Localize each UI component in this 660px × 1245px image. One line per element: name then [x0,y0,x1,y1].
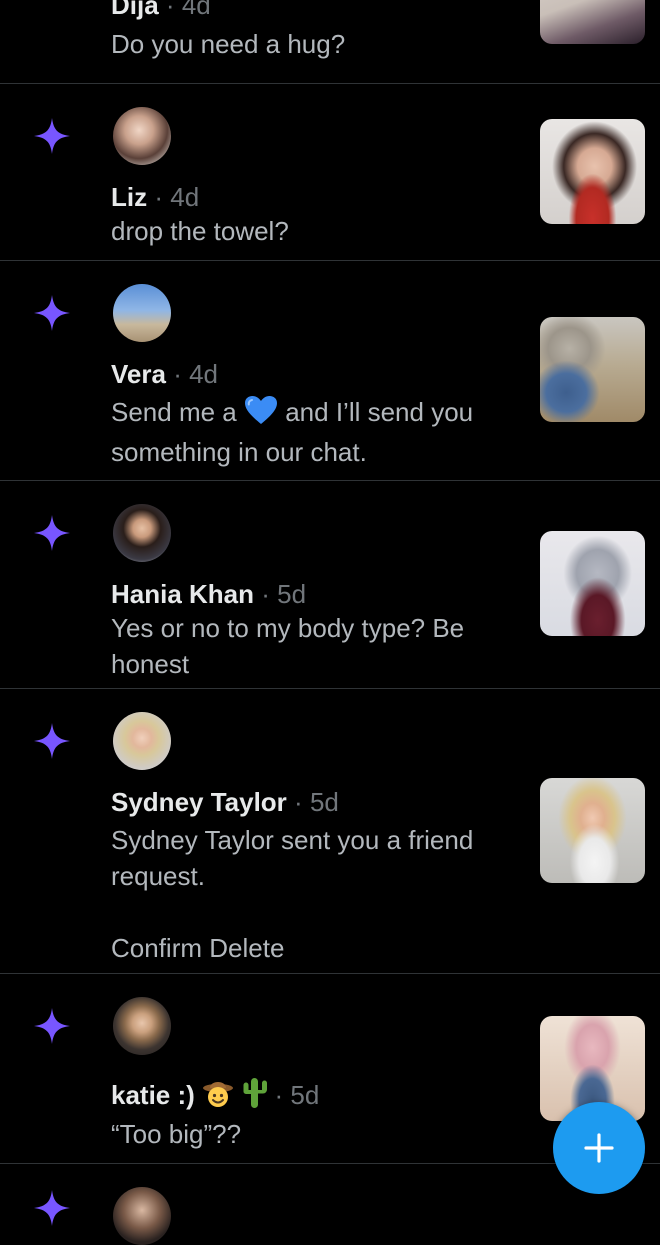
message-text: “Too big”?? [111,1119,242,1149]
media-thumbnail[interactable] [540,0,645,44]
avatar[interactable] [113,504,171,562]
separator-dot: · [294,787,303,817]
message-text: Send me a and I’ll send you something in… [111,394,521,470]
delete-button[interactable]: Delete [209,933,284,963]
timestamp: 4d [189,359,219,389]
sender-name[interactable]: Dija [111,0,159,20]
avatar[interactable] [113,712,171,770]
notification-item-sydney-taylor[interactable]: Sydney Taylor · 5d Sydney Taylor sent yo… [0,689,660,974]
friend-request-actions: Confirm Delete [111,931,284,965]
avatar[interactable] [113,1187,171,1245]
compose-fab-button[interactable] [553,1102,645,1194]
separator-dot: · [165,0,175,20]
notification-item-liz[interactable]: Liz · 4d drop the towel? [0,84,660,261]
avatar[interactable] [113,107,171,165]
sender-name[interactable]: Sydney Taylor [111,787,287,817]
sparkle-icon [32,513,72,553]
separator-dot: · [173,359,182,389]
media-thumbnail[interactable] [540,531,645,636]
sparkle-icon [32,1006,72,1046]
sender-name[interactable]: Vera [111,359,166,389]
plus-icon [584,1133,614,1163]
timestamp: 4d [181,0,211,20]
message-text: drop the towel? [111,216,289,246]
timestamp: 5d [309,787,339,817]
message-text-part: Send me a [111,397,237,427]
sparkle-icon [32,721,72,761]
notification-item-hania-khan[interactable]: Hania Khan · 5d Yes or no to my body typ… [0,481,660,689]
timestamp: 4d [170,182,200,212]
timestamp: 5d [277,579,307,609]
avatar[interactable] [113,997,171,1055]
sparkle-icon [32,116,72,156]
sender-name[interactable]: katie :) [111,1080,195,1110]
separator-dot: · [274,1079,284,1110]
notification-feed: Dija · 4d Do you need a hug? Liz · 4d dr… [0,0,660,1245]
media-thumbnail[interactable] [540,317,645,422]
avatar[interactable] [113,284,171,342]
sender-name[interactable]: Hania Khan [111,579,254,609]
cactus-icon [241,1076,268,1118]
timestamp: 5d [290,1079,320,1110]
message-text: Yes or no to my body type? Be honest [111,613,465,679]
cowboy-face-icon [202,1077,234,1117]
separator-dot: · [154,182,164,212]
sender-name[interactable]: Liz [111,182,147,212]
media-thumbnail[interactable] [540,119,645,224]
media-thumbnail[interactable] [540,778,645,883]
confirm-button[interactable]: Confirm [111,933,202,963]
sparkle-icon [32,293,72,333]
separator-dot: · [261,579,270,609]
blue-heart-icon [244,395,278,434]
sparkle-icon [32,1188,72,1228]
message-text: Sydney Taylor sent you a friend request. [111,825,474,891]
notification-item-dija[interactable]: Dija · 4d Do you need a hug? [0,0,660,84]
notification-item-vera[interactable]: Vera · 4d Send me a and I’ll send you so… [0,261,660,481]
message-text: Do you need a hug? [111,29,346,59]
